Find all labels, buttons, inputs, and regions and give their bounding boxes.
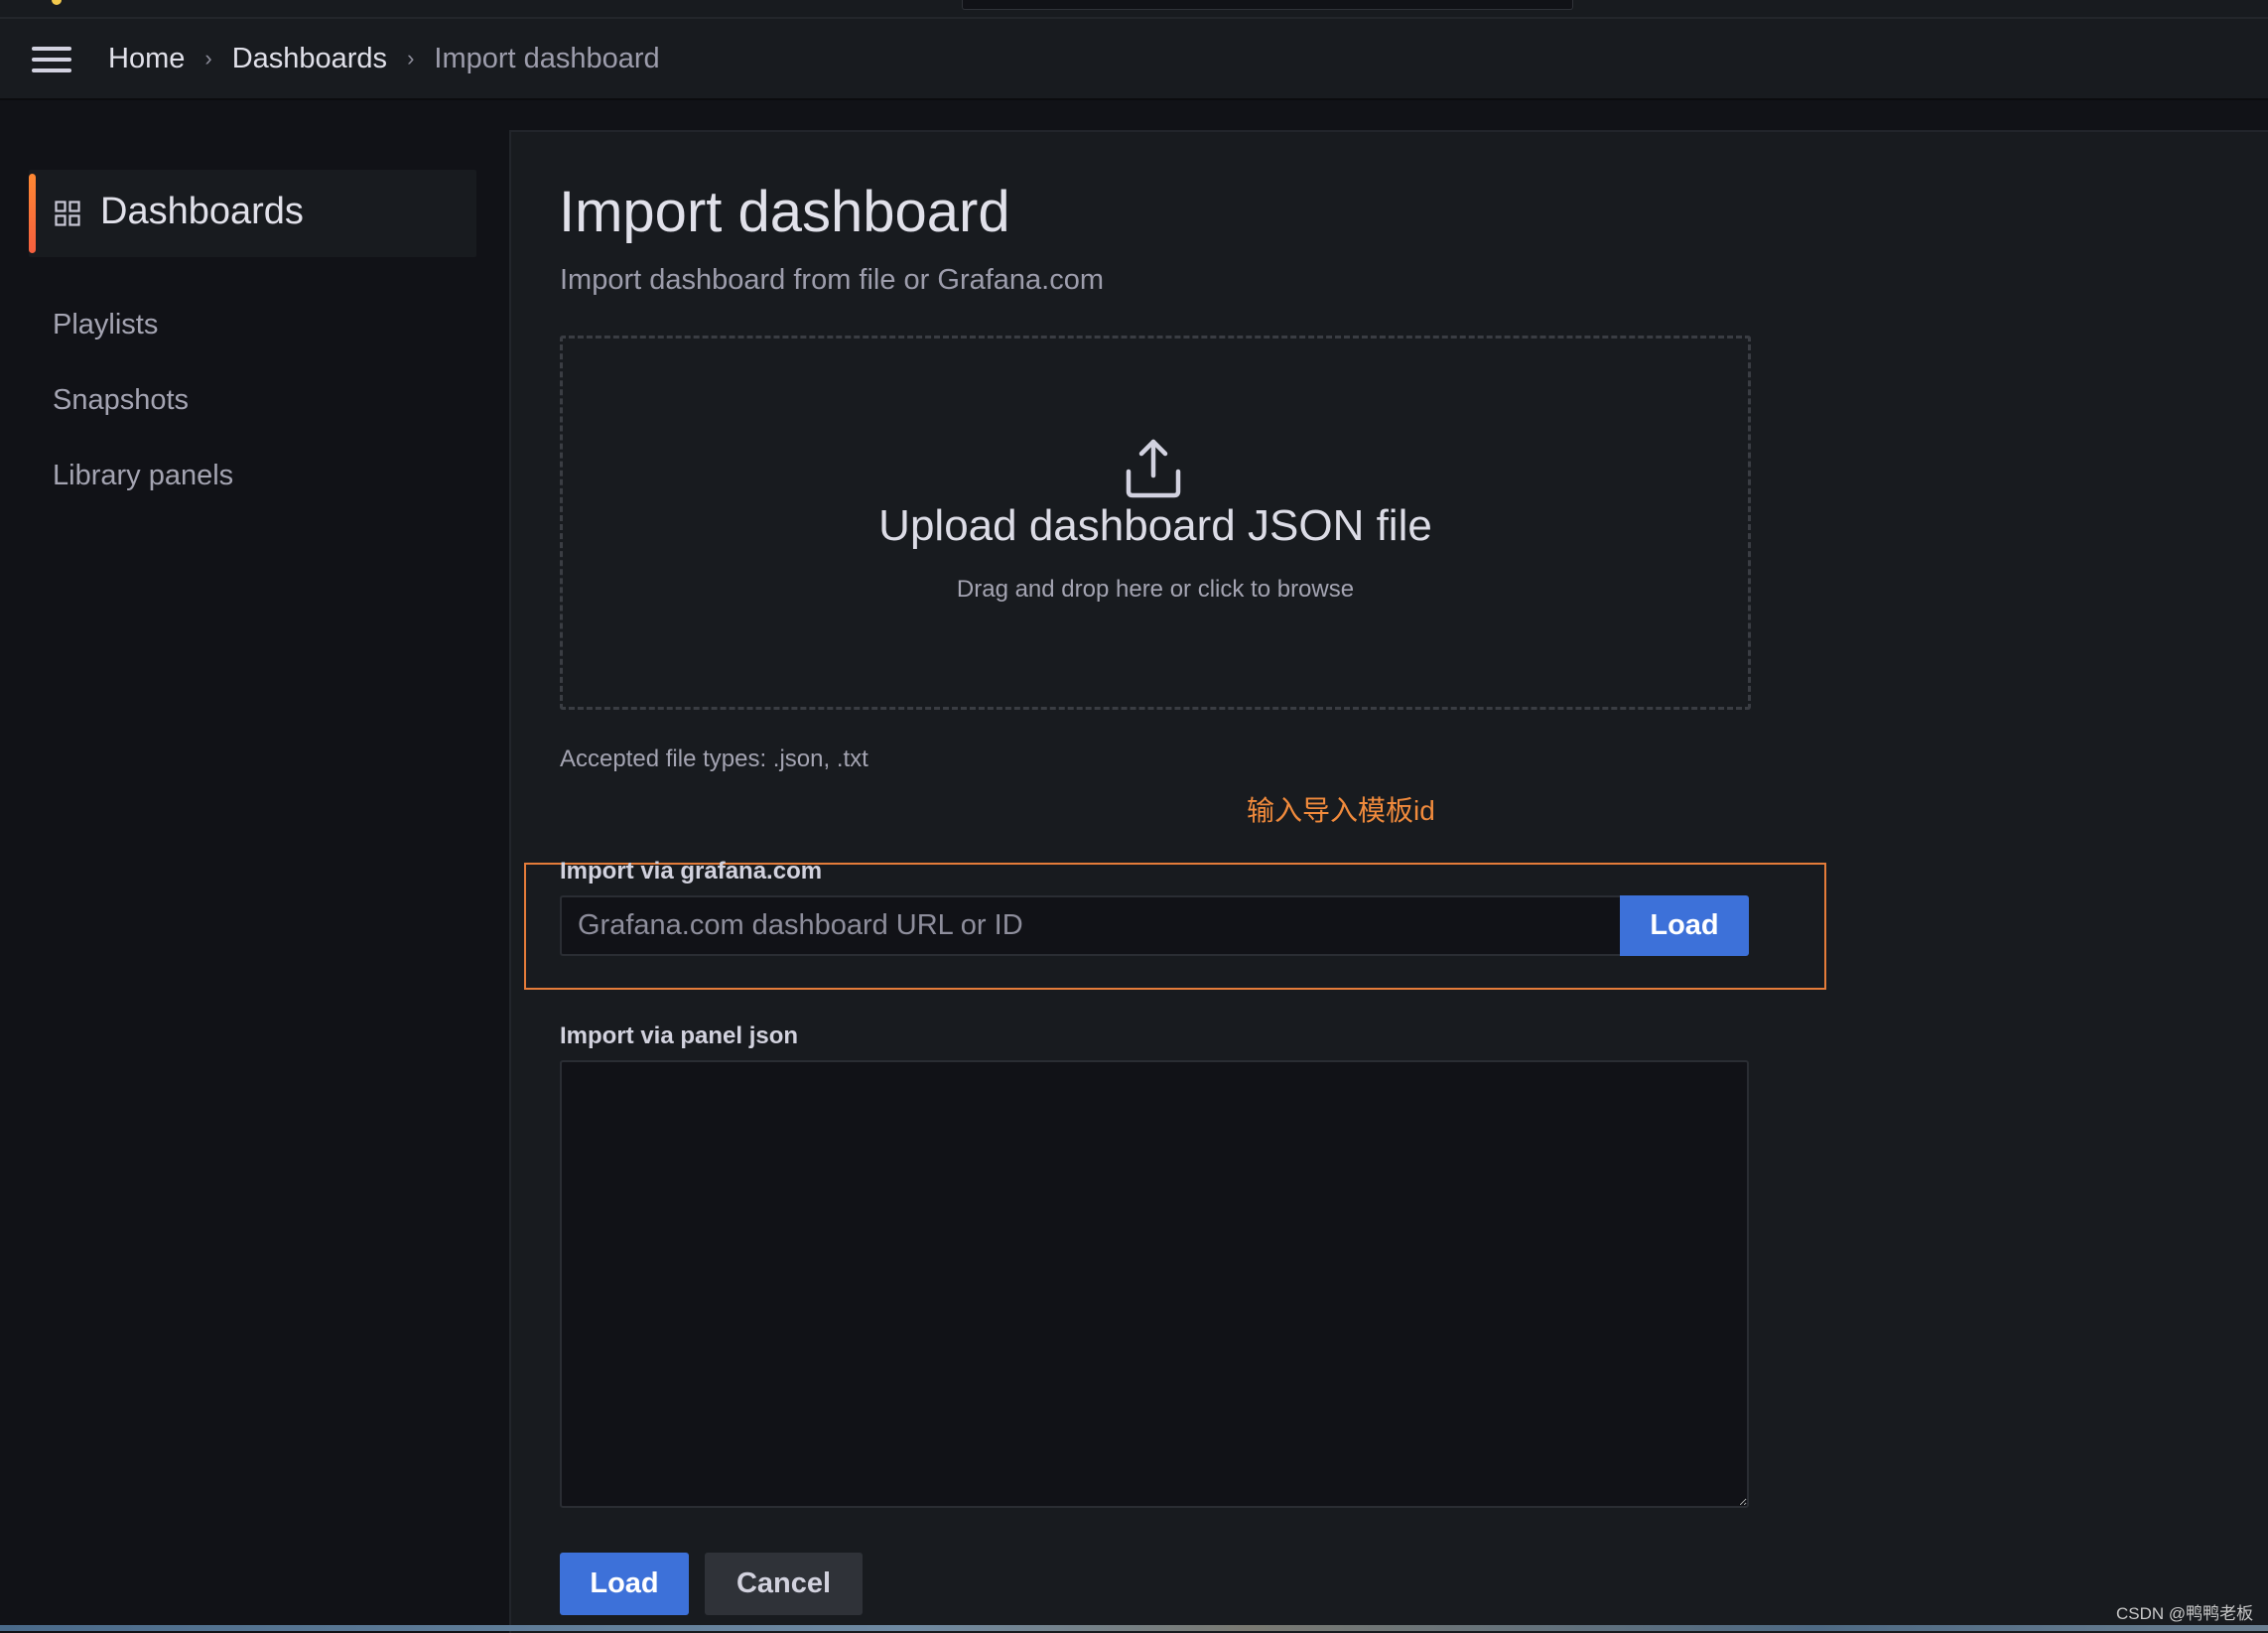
upload-hint: Drag and drop here or click to browse <box>956 576 1355 603</box>
hamburger-line <box>32 47 71 51</box>
accepted-file-types: Accepted file types: .json, .txt <box>560 746 868 772</box>
search-box[interactable] <box>962 0 1573 10</box>
page-subtitle: Import dashboard from file or Grafana.co… <box>560 264 1105 296</box>
breadcrumb-home[interactable]: Home <box>108 43 185 75</box>
breadcrumb-separator-icon: › <box>407 46 415 70</box>
breadcrumb-current: Import dashboard <box>434 42 660 74</box>
sidebar-item-dashboards-label: Dashboards <box>100 191 304 232</box>
panel-json-textarea[interactable] <box>560 1060 1749 1508</box>
upload-icon <box>1126 439 1181 498</box>
sidebar-item-playlists[interactable]: Playlists <box>53 309 158 341</box>
grafana-import-label: Import via grafana.com <box>560 858 823 885</box>
load-button[interactable]: Load <box>560 1553 689 1615</box>
annotation-note: 输入导入模板id <box>1247 795 1435 826</box>
upload-title: Upload dashboard JSON file <box>878 501 1432 550</box>
hamburger-icon[interactable] <box>32 47 71 72</box>
breadcrumb: Home › Dashboards › Import dashboard <box>108 37 660 80</box>
watermark: CSDN @鸭鸭老板 <box>2116 1604 2254 1623</box>
hamburger-line <box>32 68 71 72</box>
sidebar-item-library-panels[interactable]: Library panels <box>53 460 233 492</box>
cancel-button[interactable]: Cancel <box>705 1553 863 1615</box>
grafana-load-button[interactable]: Load <box>1620 895 1749 956</box>
breadcrumb-separator-icon: › <box>204 46 212 70</box>
hamburger-line <box>32 58 71 62</box>
grafana-url-input[interactable] <box>560 895 1620 956</box>
apps-grid-icon <box>55 201 80 226</box>
active-indicator <box>29 174 36 253</box>
sidebar-item-snapshots[interactable]: Snapshots <box>53 384 189 417</box>
panel-json-label: Import via panel json <box>560 1022 799 1049</box>
breadcrumb-dashboards[interactable]: Dashboards <box>232 43 387 75</box>
page-title: Import dashboard <box>559 180 1010 244</box>
desktop-wallpaper-strip <box>0 1625 2268 1631</box>
